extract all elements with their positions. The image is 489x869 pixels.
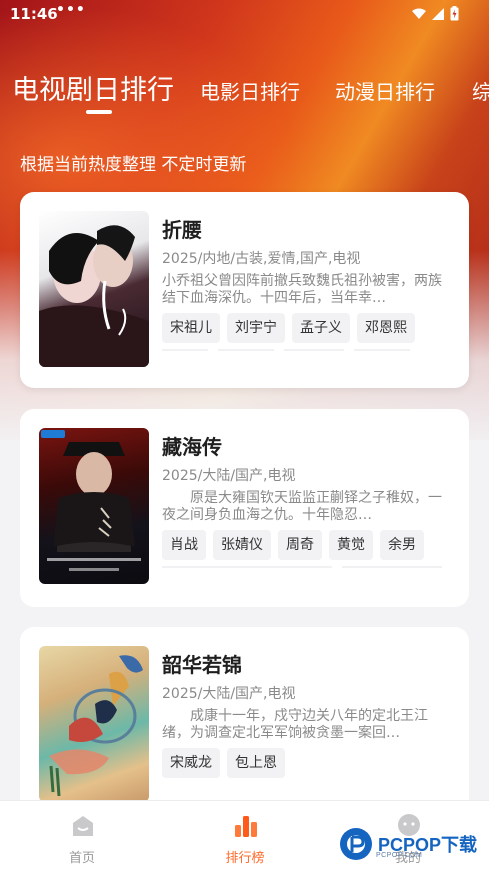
drama-description: 原是大雍国钦天监监正蒯铎之子稚奴，一夜之间身负血海之仇。十年隐忍… [162,490,442,523]
cast-tag[interactable]: 邓恩熙 [357,313,415,343]
drama-meta: 2025/内地/古装,爱情,国产,电视 [162,251,361,267]
nav-ranking[interactable]: 排行榜 [185,801,305,869]
cast-tags: 宋威龙 包上恩 [162,748,285,778]
cast-tag[interactable]: 余男 [380,530,424,560]
tab-tv-daily[interactable]: 电视剧日排行 [12,68,174,107]
cast-tag[interactable]: 孟子义 [292,313,350,343]
nav-ranking-label: 排行榜 [225,851,265,866]
status-icons [412,6,459,21]
cast-tag[interactable]: 肖战 [162,530,206,560]
cast-tag[interactable]: 张婧仪 [213,530,271,560]
ranking-card[interactable]: 韶华若锦 2025/大陆/国产,电视 成康十一年，戍守边关八年的定北王江绪，为调… [20,627,469,817]
poster-image [39,211,149,367]
cast-tag[interactable]: 包上恩 [227,748,285,778]
drama-title: 折腰 [162,218,202,242]
cast-tag[interactable]: 周奇 [278,530,322,560]
status-time: 11:46 [10,5,58,23]
cast-tag[interactable]: 宋威龙 [162,748,220,778]
tab-indicator [86,110,112,114]
nav-home[interactable]: 首页 [22,801,142,869]
cast-tag[interactable]: 宋祖儿 [162,313,220,343]
drama-description: 成康十一年，戍守边关八年的定北王江绪，为调查定北军军饷被贪墨一案回… [162,708,428,741]
drama-meta: 2025/大陆/国产,电视 [162,686,296,702]
home-icon [73,816,93,836]
battery-icon [450,6,459,21]
tag-row-divider [162,566,442,568]
watermark-subtext: PCPOP.COM [376,852,423,859]
cast-tags: 肖战 张婧仪 周奇 黄觉 余男 [162,530,424,560]
bar-chart-icon [235,816,257,837]
tag-row-divider [162,349,410,351]
nav-home-label: 首页 [68,851,95,866]
wifi-icon [412,8,426,19]
cast-tags: 宋祖儿 刘宇宁 孟子义 邓恩熙 [162,313,415,343]
cast-tag[interactable]: 黄觉 [329,530,373,560]
tab-movie-daily[interactable]: 电影日排行 [200,76,300,105]
ranking-card[interactable]: 折腰 2025/内地/古装,爱情,国产,电视 小乔祖父曾因阵前撤兵致魏氏祖孙被害… [20,192,469,388]
category-tabs: 电视剧日排行 电影日排行 动漫日排行 综 [0,66,489,116]
pcpop-logo-icon [340,828,372,860]
drama-title: 韶华若锦 [162,653,242,677]
cast-tag[interactable]: 刘宇宁 [227,313,285,343]
poster-image [39,428,149,584]
signal-icon [432,7,444,20]
status-bar: 11:46 ••• [0,0,489,30]
ranking-subtitle: 根据当前热度整理 不定时更新 [20,155,247,175]
ranking-card[interactable]: 藏海传 2025/大陆/国产,电视 原是大雍国钦天监监正蒯铎之子稚奴，一夜之间身… [20,409,469,607]
drama-title: 藏海传 [162,435,222,459]
drama-description: 小乔祖父曾因阵前撤兵致魏氏祖孙被害，两族结下血海深仇。十四年后，当年幸… [162,273,442,306]
tab-variety-daily[interactable]: 综 [472,76,489,105]
poster-image [39,646,149,802]
tab-anime-daily[interactable]: 动漫日排行 [335,76,435,105]
drama-meta: 2025/大陆/国产,电视 [162,468,296,484]
status-notification-dots: ••• [56,2,86,18]
watermark: PCPOP下载 PCPOP.COM [338,826,488,862]
